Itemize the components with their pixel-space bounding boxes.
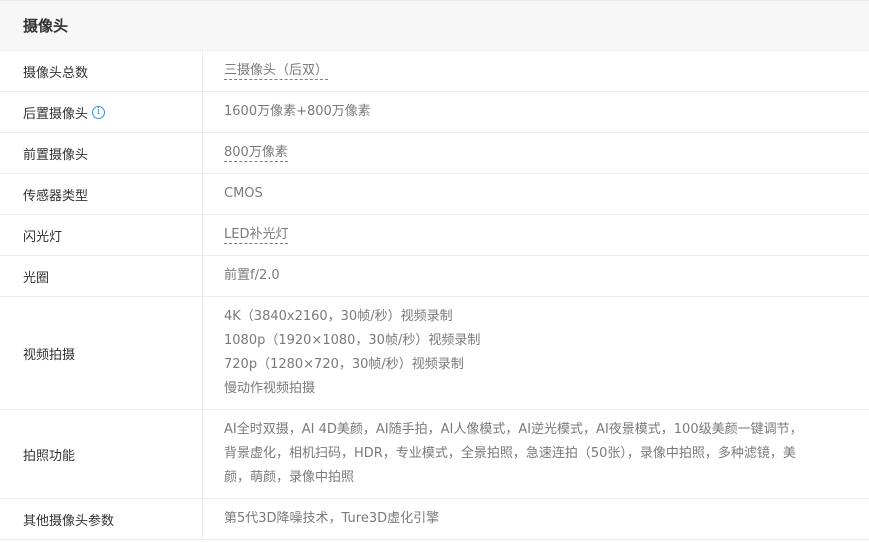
spec-label: 传感器类型 [0, 174, 203, 214]
spec-value: CMOS [224, 186, 263, 201]
spec-value-line: 4K（3840x2160，30帧/秒）视频录制 [224, 309, 453, 324]
spec-value-line: 1080p（1920×1080，30帧/秒）视频录制 [224, 333, 481, 348]
spec-row-video: 视频拍摄 4K（3840x2160，30帧/秒）视频录制 1080p（1920×… [0, 297, 869, 410]
spec-row-front-camera: 前置摄像头 800万像素 [0, 133, 869, 174]
spec-value: LED补光灯 [203, 215, 869, 255]
spec-label: 闪光灯 [0, 215, 203, 255]
spec-label: 其他摄像头参数 [0, 499, 203, 539]
spec-row-rear-camera: 后置摄像头 i 1600万像素+800万像素 [0, 92, 869, 133]
spec-label: 前置摄像头 [0, 133, 203, 173]
spec-value-line: 慢动作视频拍摄 [224, 381, 316, 396]
spec-row-photo-features: 拍照功能 AI全时双摄，AI 4D美颜，AI随手拍，AI人像模式，AI逆光模式，… [0, 410, 869, 499]
spec-row-sensor-type: 传感器类型 CMOS [0, 174, 869, 215]
spec-value: AI全时双摄，AI 4D美颜，AI随手拍，AI人像模式，AI逆光模式，AI夜景模… [203, 410, 869, 498]
camera-spec-table: 摄像头 摄像头总数 三摄像头（后双） 后置摄像头 i 1600万像素+800万像… [0, 0, 869, 540]
spec-label: 视频拍摄 [0, 297, 203, 409]
spec-value: 三摄像头（后双） [203, 51, 869, 91]
spec-value-line: 720p（1280×720，30帧/秒）视频录制 [224, 357, 464, 372]
spec-row-other-camera-params: 其他摄像头参数 第5代3D降噪技术，Ture3D虚化引擎 [0, 499, 869, 540]
info-icon[interactable]: i [92, 105, 106, 119]
section-header: 摄像头 [0, 1, 869, 51]
spec-value: 前置f/2.0 [224, 268, 280, 283]
spec-label-wrap: 后置摄像头 i [0, 92, 203, 132]
spec-value-line: 颜，萌颜，录像中拍照 [224, 470, 355, 485]
spec-value: 800万像素 [203, 133, 869, 173]
spec-value: 4K（3840x2160，30帧/秒）视频录制 1080p（1920×1080，… [203, 297, 869, 409]
spec-label: 光圈 [0, 256, 203, 296]
spec-label: 摄像头总数 [0, 51, 203, 91]
spec-row-flash: 闪光灯 LED补光灯 [0, 215, 869, 256]
spec-row-aperture: 光圈 前置f/2.0 [0, 256, 869, 297]
spec-value-line: 背景虚化，相机扫码，HDR，专业模式，全景拍照，急速连拍（50张），录像中拍照，… [224, 446, 796, 461]
spec-value-line: AI全时双摄，AI 4D美颜，AI随手拍，AI人像模式，AI逆光模式，AI夜景模… [224, 422, 803, 437]
spec-label: 拍照功能 [0, 410, 203, 498]
spec-row-camera-count: 摄像头总数 三摄像头（后双） [0, 51, 869, 92]
spec-value: 1600万像素+800万像素 [224, 104, 371, 119]
spec-value: 第5代3D降噪技术，Ture3D虚化引擎 [224, 511, 440, 526]
spec-label: 后置摄像头 [23, 106, 89, 122]
spec-value-link[interactable]: 三摄像头（后双） [224, 63, 329, 80]
section-title: 摄像头 [23, 17, 69, 35]
spec-value-link[interactable]: 800万像素 [224, 145, 288, 162]
spec-value-link[interactable]: LED补光灯 [224, 227, 289, 244]
